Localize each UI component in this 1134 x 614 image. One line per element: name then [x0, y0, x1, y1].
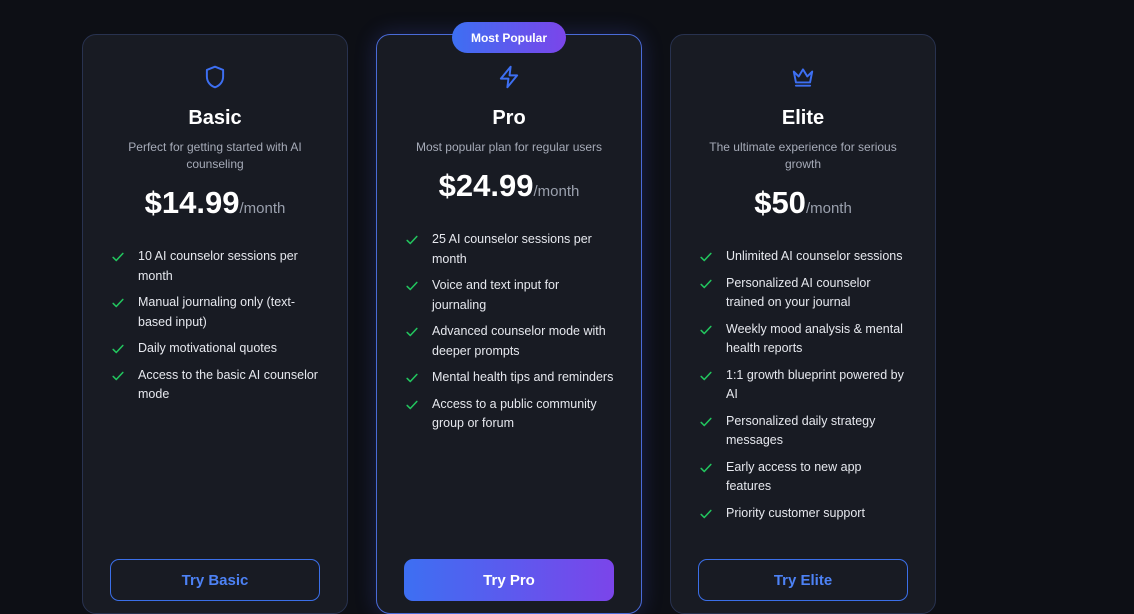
- feature-item: 1:1 growth blueprint powered by AI: [699, 366, 909, 405]
- feature-text: Weekly mood analysis & mental health rep…: [726, 321, 903, 356]
- plan-card-elite: Elite The ultimate experience for seriou…: [670, 34, 936, 614]
- feature-text: Access to a public community group or fo…: [432, 396, 597, 431]
- feature-item: Access to a public community group or fo…: [405, 395, 615, 434]
- crown-icon: [790, 64, 816, 90]
- feature-text: Unlimited AI counselor sessions: [726, 249, 903, 263]
- feature-item: Personalized AI counselor trained on you…: [699, 274, 909, 313]
- check-icon: [406, 373, 418, 383]
- check-icon: [700, 279, 712, 288]
- check-icon: [112, 344, 124, 354]
- check-icon: [700, 417, 712, 426]
- plan-name: Basic: [188, 107, 242, 129]
- feature-item: Daily motivational quotes: [111, 339, 321, 359]
- feature-text: Personalized AI counselor trained on you…: [726, 275, 871, 310]
- shield-icon: [202, 64, 228, 90]
- feature-text: Advanced counselor mode with deeper prom…: [432, 324, 606, 358]
- feature-item: Advanced counselor mode with deeper prom…: [405, 322, 615, 361]
- check-icon: [700, 463, 712, 472]
- feature-text: Voice and text input for journaling: [432, 278, 560, 312]
- plan-card-pro: Most Popular Pro Most popular plan for r…: [376, 22, 642, 614]
- feature-item: Access to the basic AI counselor mode: [111, 366, 321, 405]
- feature-text: Early access to new app features: [726, 459, 862, 494]
- feature-text: Daily motivational quotes: [138, 341, 277, 355]
- plan-price: $24.99/month: [377, 168, 641, 204]
- check-icon: [112, 371, 124, 380]
- plan-description: The ultimate experience for serious grow…: [709, 140, 897, 171]
- check-icon: [406, 327, 418, 337]
- plan-card-basic: Basic Perfect for getting started with A…: [82, 34, 348, 614]
- feature-item: 25 AI counselor sessions per month: [405, 230, 615, 269]
- plan-price: $50/month: [671, 185, 935, 221]
- feature-item: Weekly mood analysis & mental health rep…: [699, 320, 909, 359]
- check-icon: [406, 235, 418, 245]
- price-amount: $50: [754, 185, 806, 220]
- price-period: /month: [805, 200, 852, 217]
- check-icon: [406, 281, 418, 291]
- feature-text: 25 AI counselor sessions per month: [432, 232, 592, 266]
- price-amount: $14.99: [144, 185, 240, 220]
- feature-text: Mental health tips and reminders: [432, 370, 614, 384]
- plan-price: $14.99/month: [83, 185, 347, 221]
- feature-text: 1:1 growth blueprint powered by AI: [726, 367, 904, 402]
- price-amount: $24.99: [438, 168, 534, 203]
- check-icon: [700, 252, 712, 262]
- plan-description: Perfect for getting started with AI coun…: [128, 140, 302, 171]
- check-icon: [700, 325, 712, 334]
- feature-list: 10 AI counselor sessions per month Manua…: [111, 247, 321, 412]
- most-popular-badge: Most Popular: [452, 22, 566, 53]
- feature-item: Priority customer support: [699, 504, 909, 524]
- feature-item: Mental health tips and reminders: [405, 368, 615, 388]
- plan-name: Pro: [492, 107, 526, 129]
- plan-description: Most popular plan for regular users: [415, 140, 603, 154]
- check-icon: [700, 371, 712, 380]
- price-period: /month: [533, 183, 580, 200]
- feature-text: Access to the basic AI counselor mode: [138, 367, 318, 402]
- feature-item: Unlimited AI counselor sessions: [699, 247, 909, 267]
- feature-item: Voice and text input for journaling: [405, 276, 615, 315]
- price-period: /month: [239, 200, 286, 217]
- check-icon: [700, 509, 712, 518]
- feature-list: Unlimited AI counselor sessions Personal…: [699, 247, 909, 530]
- feature-list: 25 AI counselor sessions per month Voice…: [405, 230, 615, 441]
- lightning-icon: [496, 64, 522, 90]
- feature-item: Manual journaling only (text-based input…: [111, 293, 321, 332]
- feature-text: Priority customer support: [726, 505, 865, 520]
- check-icon: [112, 252, 124, 262]
- check-icon: [112, 298, 124, 308]
- feature-item: Personalized daily strategy messages: [699, 412, 909, 451]
- feature-text: 10 AI counselor sessions per month: [138, 249, 298, 283]
- feature-text: Manual journaling only (text-based input…: [138, 295, 296, 329]
- feature-item: 10 AI counselor sessions per month: [111, 247, 321, 286]
- feature-text: Personalized daily strategy messages: [726, 413, 876, 448]
- feature-item: Early access to new app features: [699, 458, 909, 497]
- plan-name: Elite: [781, 107, 825, 129]
- check-icon: [406, 400, 418, 409]
